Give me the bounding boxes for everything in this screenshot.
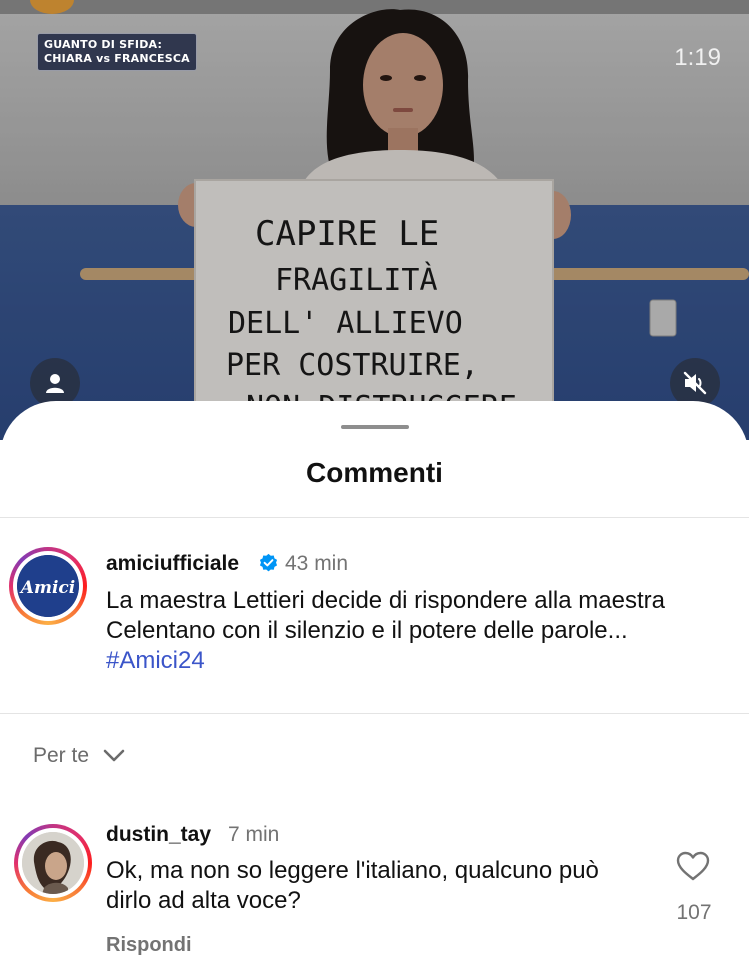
video-player[interactable]: CAPIRE LE FRAGILITÀ DELL' ALLIEVO PER CO…: [0, 0, 749, 440]
comment-avatar[interactable]: [14, 824, 92, 902]
comment-avatar-border: [18, 828, 88, 898]
heart-icon[interactable]: [676, 851, 710, 881]
comment-time: 7 min: [228, 823, 280, 846]
challenge-badge: GUANTO DI SFIDA: CHIARA vs FRANCESCA: [37, 33, 197, 71]
video-time-remaining: 1:19: [674, 44, 721, 71]
person-icon: [46, 374, 64, 393]
comment-username[interactable]: dustin_tay: [106, 823, 211, 847]
comment-avatar-photo: [22, 832, 84, 894]
caption-text-body: La maestra Lettieri decide di rispondere…: [106, 587, 665, 644]
verified-badge-icon: [259, 553, 278, 572]
sort-label: Per te: [33, 744, 90, 767]
title-divider: [0, 517, 749, 518]
comments-sheet: Commenti Amici amiciufficiale 43 min La …: [0, 401, 749, 961]
caption-time: 43 min: [285, 552, 349, 575]
sheet-drag-handle[interactable]: [341, 425, 409, 429]
caption-avatar[interactable]: Amici: [9, 547, 87, 625]
caption-avatar-border: Amici: [13, 551, 83, 621]
challenge-badge-line-2: CHIARA vs FRANCESCA: [44, 52, 190, 65]
challenge-badge-line-1: GUANTO DI SFIDA:: [44, 38, 163, 51]
caption-username[interactable]: amiciufficiale: [106, 552, 239, 576]
comment-like-count: 107: [676, 901, 712, 924]
caption-text: La maestra Lettieri decide di rispondere…: [106, 586, 706, 676]
amici-logo-art: Amici: [17, 555, 79, 617]
sheet-title: Commenti: [306, 457, 443, 488]
amici-logo-text: Amici: [19, 578, 75, 598]
comment-avatar-art: [22, 832, 84, 894]
reply-button[interactable]: Rispondi: [106, 934, 192, 957]
amici-logo: Amici: [17, 555, 79, 617]
comment-text: Ok, ma non so leggere l'italiano, qualcu…: [106, 857, 599, 914]
speaker-muted-icon: [683, 371, 707, 395]
sort-dropdown[interactable]: Per te: [33, 744, 125, 768]
caption-hashtag[interactable]: #Amici24: [106, 647, 205, 674]
caption-divider: [0, 713, 749, 714]
chevron-down-icon: [103, 749, 125, 762]
